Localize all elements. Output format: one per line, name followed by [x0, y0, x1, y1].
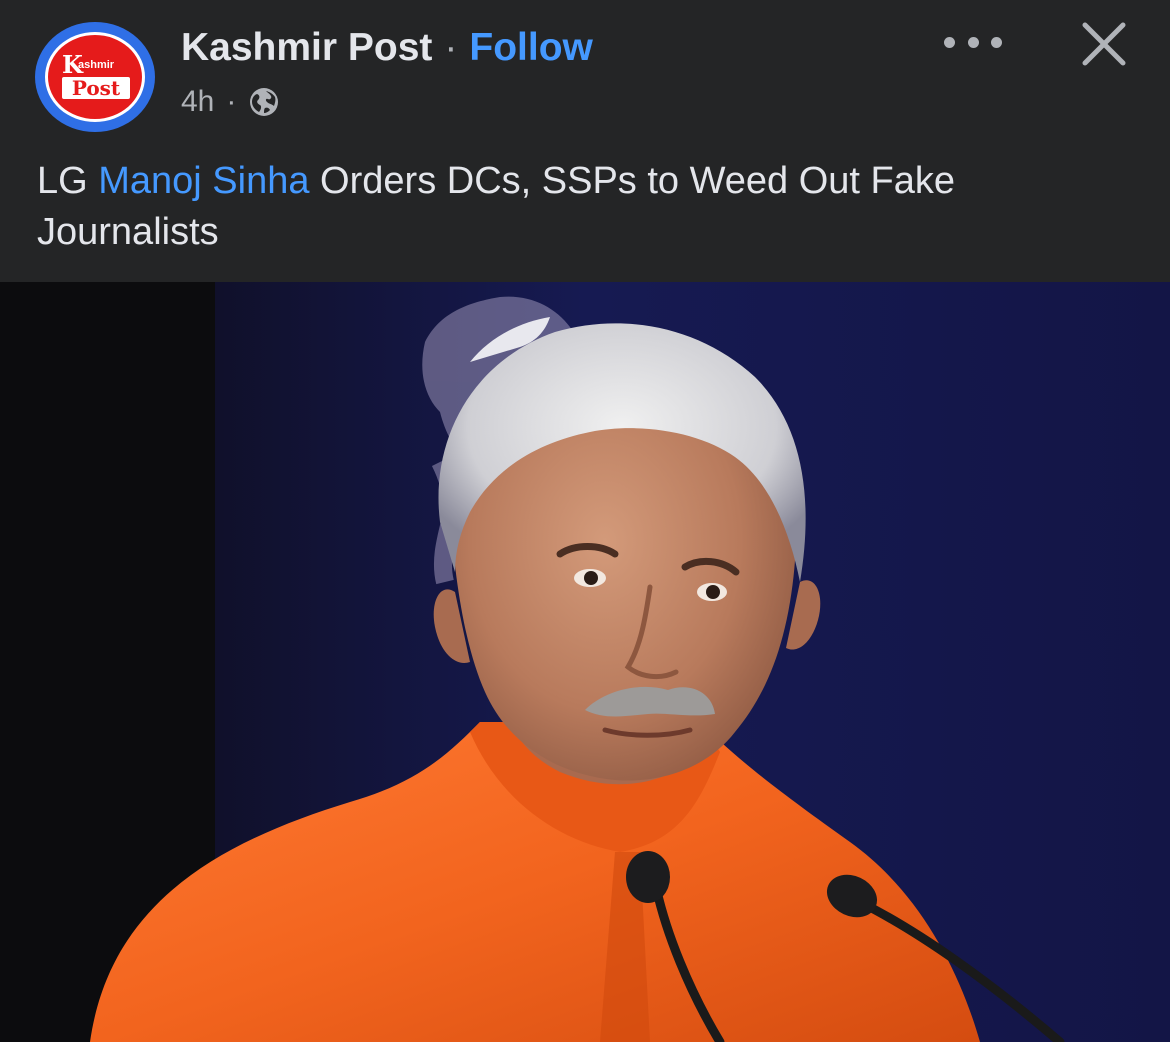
headline-prefix: LG [37, 160, 99, 202]
globe-icon[interactable] [248, 86, 280, 118]
more-dot [967, 36, 979, 48]
more-horizontal-icon[interactable] [944, 24, 1002, 60]
kashmir-post-logo: K ashmir Post [45, 32, 145, 122]
close-icon[interactable] [1080, 20, 1128, 68]
post-headline: LG Manoj Sinha Orders DCs, SSPs to Weed … [37, 156, 1137, 258]
post-header: K ashmir Post Kashmir Post · Follow 4h · [0, 0, 1170, 282]
more-dot [944, 36, 955, 48]
post-photo[interactable] [0, 282, 1170, 1042]
post-meta: 4h · [181, 82, 280, 122]
mention-link[interactable]: Manoj Sinha [98, 160, 309, 202]
photo-illustration [0, 282, 1170, 1042]
logo-small-text: ashmir [78, 59, 115, 71]
logo-post-text: Post [62, 77, 130, 99]
name-separator: · [444, 26, 458, 69]
facebook-post: K ashmir Post Kashmir Post · Follow 4h · [0, 0, 1170, 1042]
meta-separator: · [226, 85, 237, 118]
page-name[interactable]: Kashmir Post [181, 26, 432, 70]
follow-button[interactable]: Follow [469, 26, 592, 70]
page-avatar[interactable]: K ashmir Post [35, 22, 155, 132]
page-name-row: Kashmir Post · Follow [181, 24, 593, 72]
more-dot [991, 36, 1002, 48]
post-timestamp[interactable]: 4h [181, 85, 214, 119]
